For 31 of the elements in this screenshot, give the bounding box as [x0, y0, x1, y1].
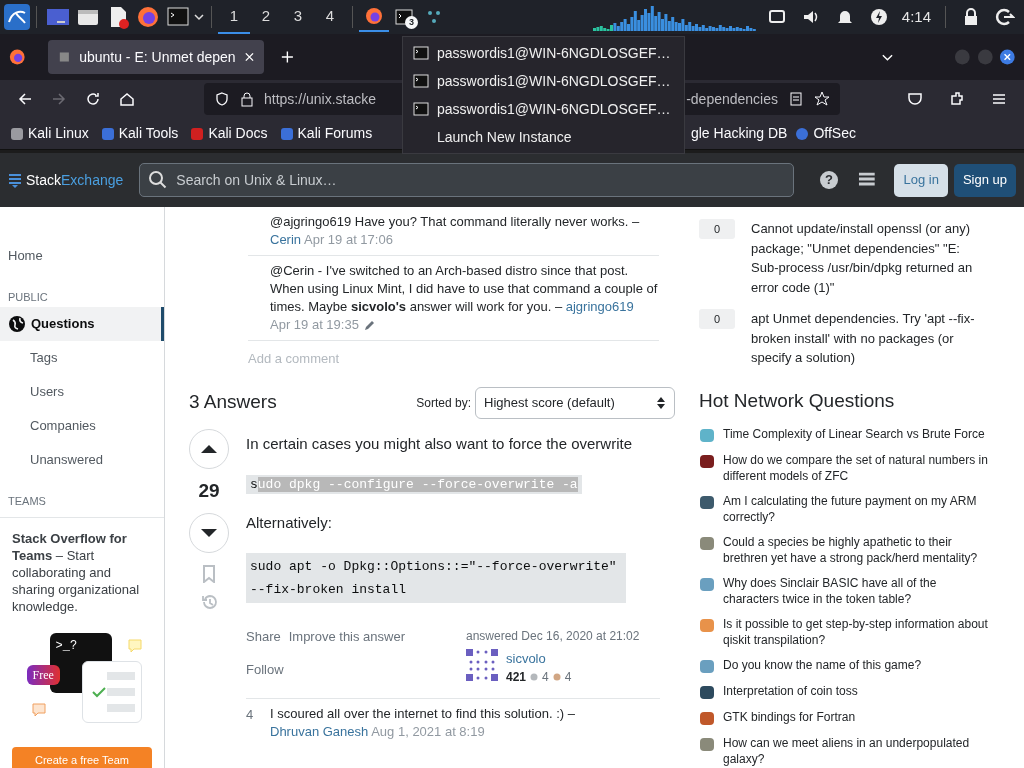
answer-text: Alternatively: [246, 513, 333, 533]
sort-label: Sorted by: [416, 394, 471, 412]
free-badge: Free [26, 665, 60, 685]
section-heading: Hot Network Questions [699, 389, 896, 413]
section-heading: PUBLIC [7, 290, 49, 305]
comment-text: @Cerin - I've switched to an Arch-based distro since that post. When using Linux Mint, I did have to use that command a couple of times. Maybe sicvolo's answer will work for you. – ajgringo619 Apr 19 at 19:35 [270, 262, 659, 334]
url-text: https://unix.stacke [264, 89, 377, 109]
code-snippet: sudo dpkg --configure --force-overwrite -a [246, 475, 582, 494]
comment-text: @ajgringo619 Have you? That command literally never works. – Cerin Apr 19 at 17:06 [270, 213, 641, 249]
count-badge: 3 [405, 16, 418, 29]
answered-date: answered Dec 16, 2020 at 21:02 [466, 627, 640, 645]
reputation-score: 421 [506, 669, 527, 686]
url-text: -dependencies [686, 89, 778, 109]
clock: 4:14 [901, 6, 931, 27]
badge-count: 4 [564, 669, 572, 686]
badge-count: 4 [542, 669, 549, 686]
comment-text: I scoured all over the internet to find this solution. :) – Dhruvan Ganesh Aug 1, 2021 at 8:19 [270, 705, 576, 741]
vote-count: 29 [198, 478, 220, 503]
answer-text: In certain cases you might also want to force the overwrite [246, 433, 633, 454]
score-badge: 0 [699, 219, 735, 239]
comment-date: Aug 1, 2021 at 8:19 [371, 724, 485, 739]
code-snippet: sudo apt -o Dpkg::Options::="--force-overwrite" --fix-broken install [246, 552, 626, 603]
promo-text: Stack Overflow for Teams – Start collaborating and sharing organizational knowledge. [12, 530, 141, 615]
answers-heading: 3 Answers [189, 391, 277, 414]
comment-date: Apr 19 at 17:06 [304, 232, 393, 247]
comment-score: 4 [246, 706, 255, 724]
score-badge: 0 [699, 309, 735, 329]
comment-date: Apr 19 at 19:35 [270, 317, 359, 332]
section-heading: TEAMS [7, 494, 47, 509]
prompt-text: >_? [55, 639, 78, 653]
tab-title: ubuntu - E: Unmet depen [79, 47, 236, 67]
